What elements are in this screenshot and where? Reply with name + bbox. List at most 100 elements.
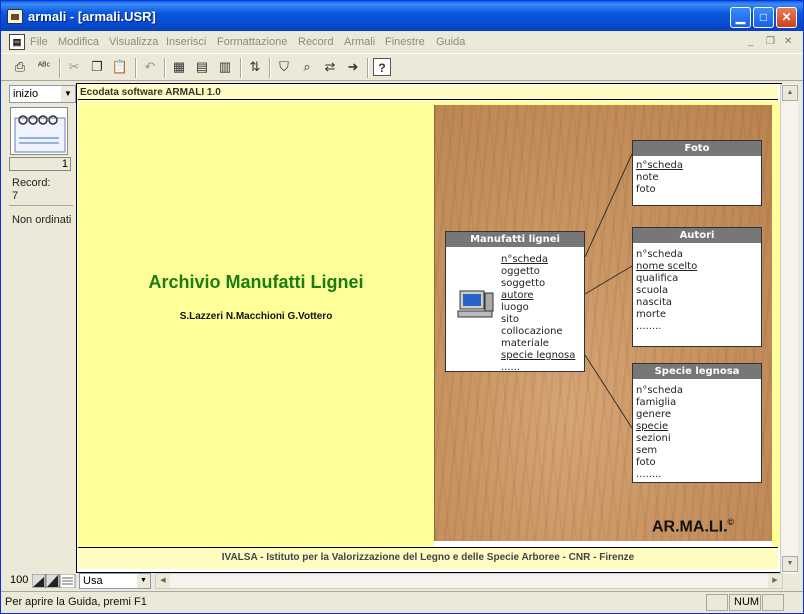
field: n°scheda xyxy=(636,249,684,260)
menu-record[interactable]: Record xyxy=(298,36,333,48)
sort-status: Non ordinati xyxy=(12,214,72,226)
menu-armali[interactable]: Armali xyxy=(344,36,375,48)
autori-fields: n°scheda nome scelto qualifica scuola na… xyxy=(633,243,761,333)
document-icon[interactable]: ▤ xyxy=(9,34,25,50)
goto-icon[interactable]: ➜ xyxy=(344,58,362,76)
field: qualifica xyxy=(636,273,679,284)
menu-bar: ▤ File Modifica Visualizza Inserisci For… xyxy=(1,32,803,52)
copy-icon[interactable]: ❐ xyxy=(88,58,106,76)
undo-icon[interactable]: ↶ xyxy=(141,58,159,76)
field: collocazione xyxy=(501,326,563,337)
document-frame: Ecodata software ARMALI 1.0 Archivio Man… xyxy=(76,83,798,574)
table-icon[interactable]: ▥ xyxy=(216,58,234,76)
zoom-level: 100 xyxy=(10,574,29,586)
menu-guida[interactable]: Guida xyxy=(436,36,465,48)
menu-inserisci[interactable]: Inserisci xyxy=(166,36,206,48)
scroll-down-icon[interactable]: ▼ xyxy=(782,556,798,572)
menu-file[interactable]: File xyxy=(30,36,48,48)
mdi-restore-button[interactable]: ❐ xyxy=(766,36,775,47)
field: autore xyxy=(501,290,534,301)
toolbar-separator xyxy=(164,58,166,78)
title-panel: Archivio Manufatti Lignei S.Lazzeri N.Ma… xyxy=(78,101,434,547)
view-strip: 100 Usa ▼ ◀ ▶ xyxy=(5,573,783,589)
cut-icon[interactable]: ✂ xyxy=(65,58,83,76)
chevron-down-icon[interactable]: ▼ xyxy=(61,86,75,102)
num-lock-indicator: NUM xyxy=(729,594,761,611)
record-navigator-panel: inizio ▼ 1 Record: 7 Non ordinati xyxy=(5,83,76,573)
menu-finestre[interactable]: Finestre xyxy=(385,36,425,48)
field: ........ xyxy=(636,321,662,332)
notebook-icon[interactable] xyxy=(10,107,68,155)
manufatti-table-title: Manufatti lignei xyxy=(446,232,584,247)
specie-table-title: Specie legnosa xyxy=(633,364,761,379)
field: soggetto xyxy=(501,278,546,289)
scroll-up-icon[interactable]: ▲ xyxy=(782,85,798,101)
toolbar-separator xyxy=(135,58,137,78)
field: sito xyxy=(501,314,520,325)
document-header: Ecodata software ARMALI 1.0 xyxy=(78,85,778,100)
field: luogo xyxy=(501,302,529,313)
print-icon[interactable]: ⎙ xyxy=(11,58,29,76)
divider xyxy=(9,205,73,206)
menu-modifica[interactable]: Modifica xyxy=(58,36,99,48)
form-icon[interactable]: ▦ xyxy=(170,58,188,76)
paste-icon[interactable]: 📋 xyxy=(111,58,129,76)
computer-icon xyxy=(454,289,496,321)
foto-table-title: Foto xyxy=(633,141,761,156)
foto-fields: n°scheda note foto xyxy=(633,156,761,196)
language-combo[interactable]: Usa ▼ xyxy=(79,573,151,589)
record-count: 7 xyxy=(12,190,19,202)
specie-table-box[interactable]: Specie legnosa n°scheda famiglia genere … xyxy=(632,363,762,483)
field: famiglia xyxy=(636,397,677,408)
scroll-left-icon[interactable]: ◀ xyxy=(156,574,170,588)
mdi-close-button[interactable]: ✕ xyxy=(784,36,792,47)
specie-fields: n°scheda famiglia genere specie sezioni … xyxy=(633,379,761,481)
horizontal-scrollbar[interactable]: ◀ ▶ xyxy=(155,573,783,589)
field: n°scheda xyxy=(636,160,684,171)
app-window: armali - [armali.USR] ▁ □ ✕ ▤ File Modif… xyxy=(0,0,804,614)
replace-icon[interactable]: ⇄ xyxy=(321,58,339,76)
window-title: armali - [armali.USR] xyxy=(28,9,156,24)
field: sem xyxy=(636,445,658,456)
navigation-combo-value: inizio xyxy=(13,88,39,100)
autori-table-box[interactable]: Autori n°scheda nome scelto qualifica sc… xyxy=(632,227,762,347)
armali-logo: AR.MA.LI.© xyxy=(652,517,734,536)
logo-text: AR.MA.LI. xyxy=(652,518,728,536)
status-bar: Per aprire la Guida, premi F1 NUM xyxy=(1,591,803,613)
mdi-minimize-button[interactable]: _ xyxy=(748,36,754,47)
toolbar: ⎙ ᴬᴮᶜ ✂ ❐ 📋 ↶ ▦ ▤ ▥ ⇅ ⛉ ⌕ ⇄ ➜ ? xyxy=(1,53,803,81)
view-mode-icons[interactable] xyxy=(31,573,76,589)
field: specie legnosa xyxy=(501,350,576,361)
title-bar[interactable]: armali - [armali.USR] ▁ □ ✕ xyxy=(1,1,803,31)
status-cell-empty xyxy=(706,594,728,611)
autori-table-title: Autori xyxy=(633,228,761,243)
chevron-down-icon[interactable]: ▼ xyxy=(137,574,150,588)
find-icon[interactable]: ⌕ xyxy=(298,58,316,76)
field: foto xyxy=(636,184,656,195)
list-icon[interactable]: ▤ xyxy=(193,58,211,76)
close-button[interactable]: ✕ xyxy=(776,7,797,28)
field: ........ xyxy=(636,469,662,480)
help-icon[interactable]: ? xyxy=(373,58,391,76)
navigation-combo[interactable]: inizio ▼ xyxy=(9,85,76,103)
filter-icon[interactable]: ⛉ xyxy=(275,58,293,76)
field: ...... xyxy=(501,362,521,373)
minimize-button[interactable]: ▁ xyxy=(730,7,751,28)
record-label: Record: xyxy=(12,177,51,189)
toolbar-separator xyxy=(59,58,61,78)
field: nascita xyxy=(636,297,673,308)
menu-formattazione[interactable]: Formattazione xyxy=(217,36,287,48)
sort-icon[interactable]: ⇅ xyxy=(246,58,264,76)
foto-table-box[interactable]: Foto n°scheda note foto xyxy=(632,140,762,206)
vertical-scrollbar[interactable]: ▲ ▼ xyxy=(780,84,798,574)
document-footer: IVALSA - Istituto per la Valorizzazione … xyxy=(78,547,778,569)
spellcheck-icon[interactable]: ᴬᴮᶜ xyxy=(35,58,53,76)
field: genere xyxy=(636,409,672,420)
scroll-right-icon[interactable]: ▶ xyxy=(768,574,782,588)
field: note xyxy=(636,172,659,183)
field: sezioni xyxy=(636,433,671,444)
language-combo-value: Usa xyxy=(83,575,103,587)
menu-visualizza[interactable]: Visualizza xyxy=(109,36,158,48)
field: n°scheda xyxy=(636,385,684,396)
maximize-button[interactable]: □ xyxy=(753,7,774,28)
